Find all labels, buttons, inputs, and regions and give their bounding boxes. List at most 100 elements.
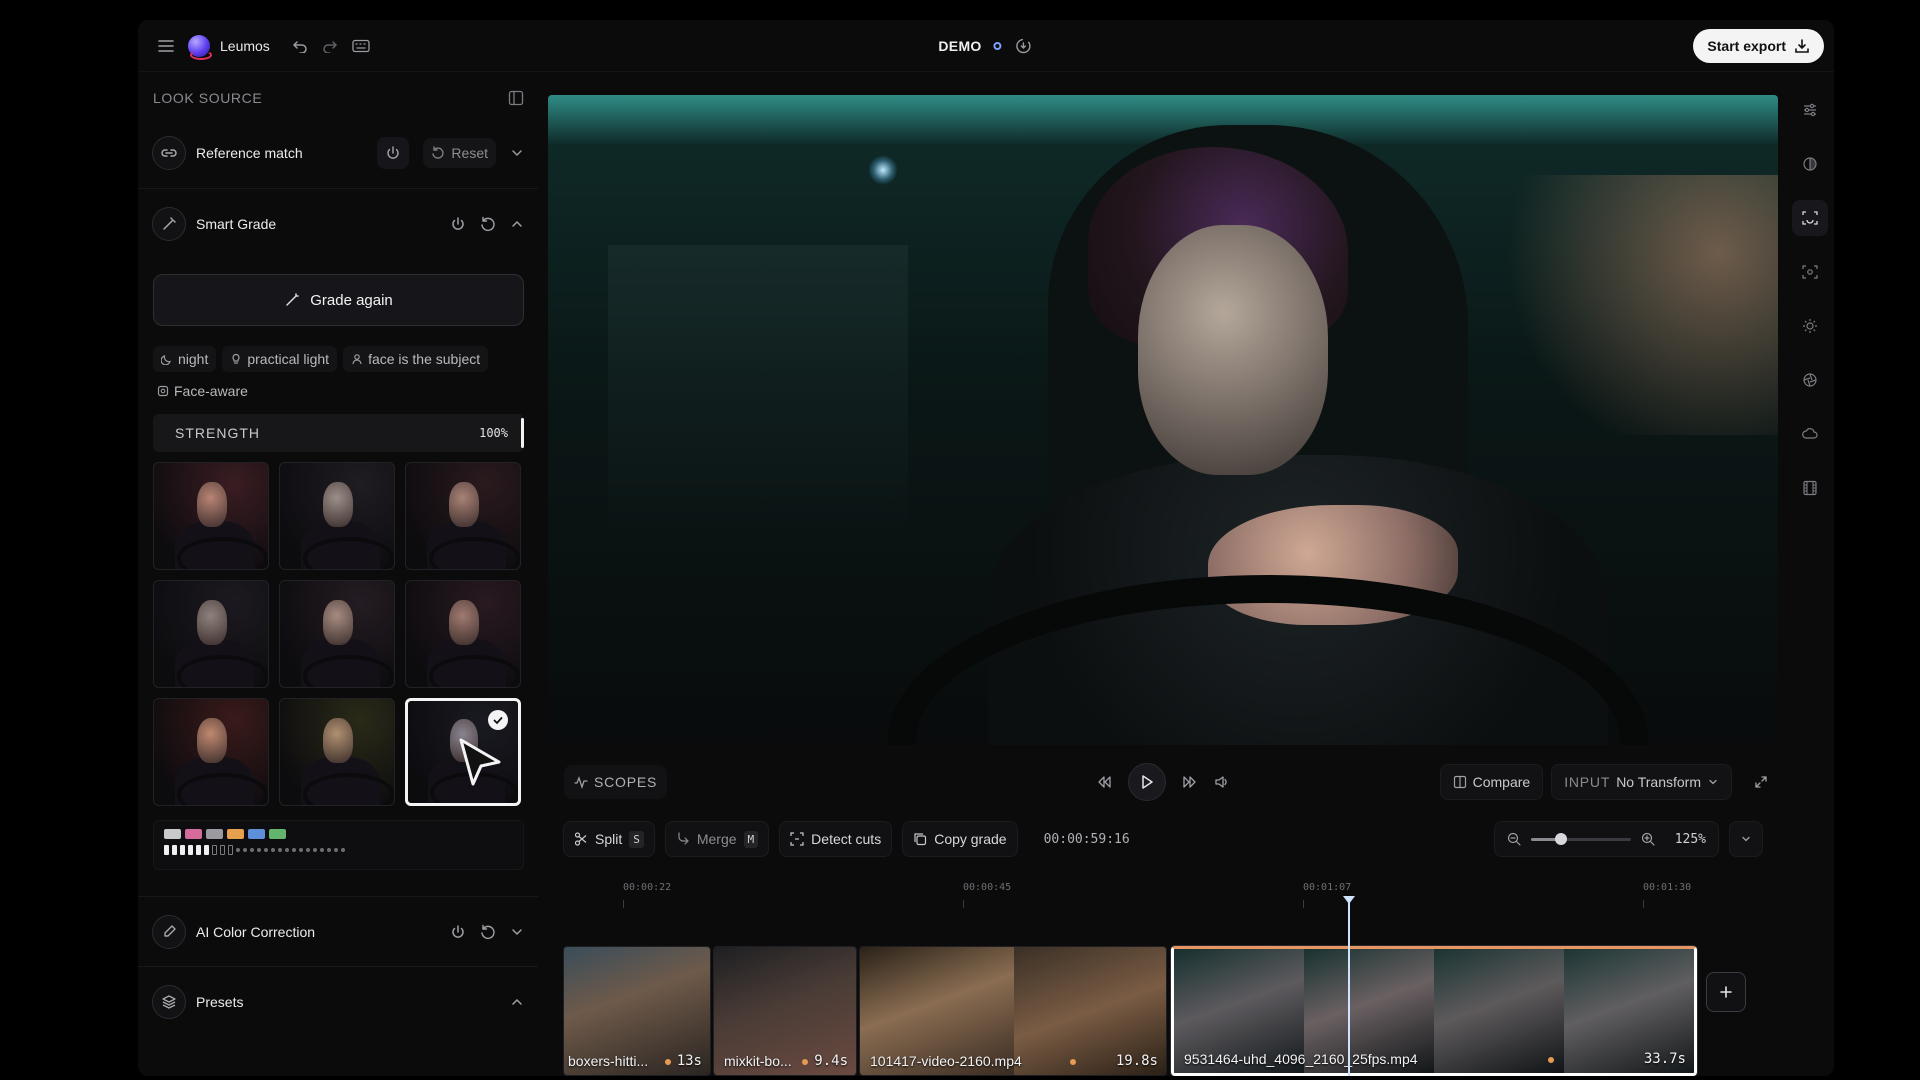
split-shortcut: S (629, 830, 644, 848)
zoom-out-icon[interactable] (1507, 832, 1521, 846)
grade-variant[interactable] (279, 462, 395, 570)
palette-swatch[interactable] (269, 829, 286, 839)
palette-bars (164, 845, 513, 855)
chevron-down-icon[interactable] (510, 146, 524, 160)
strength-slider[interactable]: STRENGTH 100% (153, 414, 524, 452)
grade-again-button[interactable]: Grade again (153, 274, 524, 326)
level-dot (285, 848, 289, 852)
moon-icon (161, 355, 171, 365)
timeline-clip-selected[interactable]: 9531464-uhd_4096_2160_25fps.mp4 33.7s (1171, 946, 1697, 1076)
timeline-ruler[interactable]: 00:00:22 00:00:45 00:01:07 00:01:30 (563, 878, 1763, 912)
zoom-slider-knob[interactable] (1554, 832, 1567, 845)
compare-button[interactable]: Compare (1439, 764, 1544, 800)
ai-power-icon[interactable] (450, 924, 466, 940)
palette-swatch[interactable] (164, 829, 181, 839)
scopes-button[interactable]: SCOPES (564, 765, 668, 799)
ai-color-correction-row[interactable]: AI Color Correction (138, 896, 538, 966)
step-forward-icon[interactable] (1182, 775, 1198, 789)
grade-variant[interactable] (279, 580, 395, 688)
chevron-down-icon[interactable] (510, 925, 524, 939)
merge-shortcut: M (743, 830, 759, 848)
tag-night[interactable]: night (153, 346, 217, 372)
grade-variant[interactable] (279, 698, 395, 806)
input-transform-select[interactable]: INPUT No Transform (1551, 764, 1732, 800)
cloud-icon[interactable] (1792, 416, 1828, 452)
palette-swatch[interactable] (248, 829, 265, 839)
link-icon (152, 136, 186, 170)
volume-icon[interactable] (1214, 775, 1230, 789)
color-wheel-icon[interactable] (1792, 146, 1828, 182)
timeline-clip[interactable]: mixkit-bo... 9.4s (713, 946, 857, 1076)
zoom-in-icon[interactable] (1641, 832, 1655, 846)
playhead[interactable] (1343, 896, 1355, 1076)
ai-reset-icon[interactable] (480, 924, 496, 940)
start-export-button[interactable]: Start export (1693, 29, 1824, 63)
palette-swatch[interactable] (227, 829, 244, 839)
eyedropper-icon (152, 914, 186, 949)
level-bar-filled (164, 845, 169, 855)
video-viewer[interactable] (548, 95, 1778, 745)
fullscreen-icon[interactable] (1754, 775, 1768, 789)
play-button[interactable] (1128, 763, 1166, 801)
level-dot (243, 848, 247, 852)
tag-night-label: night (178, 351, 209, 367)
aperture-icon[interactable] (1792, 362, 1828, 398)
tag-face-aware[interactable]: Face-aware (153, 378, 256, 404)
timeline-options-button[interactable] (1729, 821, 1763, 857)
zoom-slider[interactable] (1530, 832, 1631, 845)
sun-icon[interactable] (1792, 308, 1828, 344)
start-export-label: Start export (1707, 38, 1786, 54)
compare-label: Compare (1472, 774, 1531, 790)
copy-grade-button[interactable]: Copy grade (902, 821, 1018, 857)
grade-variant[interactable] (405, 580, 521, 688)
project-name[interactable]: DEMO (938, 38, 981, 54)
chevron-up-icon[interactable] (510, 217, 524, 231)
waveform-icon (574, 776, 588, 789)
merge-button[interactable]: Merge M (664, 821, 770, 857)
sliders-icon[interactable] (1792, 92, 1828, 128)
palette-swatch[interactable] (185, 829, 202, 839)
smart-grade-reset-icon[interactable] (480, 216, 496, 232)
film-icon[interactable] (1792, 470, 1828, 506)
timeline-clip[interactable]: boxers-hitti... 13s (563, 946, 711, 1076)
presets-row[interactable]: Presets (138, 966, 538, 1036)
menu-icon[interactable] (158, 39, 174, 53)
reset-button[interactable]: Reset (423, 138, 496, 168)
grade-variant[interactable] (153, 698, 269, 806)
smart-grade-row[interactable]: Smart Grade (138, 188, 538, 258)
panel-collapse-icon[interactable] (508, 90, 524, 106)
palette-swatch[interactable] (206, 829, 223, 839)
grade-variant[interactable] (405, 462, 521, 570)
grade-again-label: Grade again (310, 291, 393, 309)
grade-variant[interactable] (153, 580, 269, 688)
level-dot (250, 848, 254, 852)
look-source-title: LOOK SOURCE (153, 90, 263, 106)
strength-handle[interactable] (521, 418, 524, 448)
split-button[interactable]: Split S (563, 821, 655, 857)
step-back-icon[interactable] (1096, 775, 1112, 789)
detect-cuts-button[interactable]: Detect cuts (779, 821, 893, 857)
add-clip-button[interactable] (1706, 972, 1746, 1012)
grade-variant[interactable] (153, 462, 269, 570)
timeline-clip[interactable]: 101417-video-2160.mp4 19.8s (859, 946, 1167, 1076)
reset-label: Reset (451, 145, 488, 161)
lightbulb-icon (232, 353, 240, 364)
undo-icon[interactable] (292, 39, 308, 53)
reference-match-row[interactable]: Reference match Reset (138, 118, 538, 188)
keyboard-icon[interactable] (352, 39, 370, 53)
smart-grade-power-icon[interactable] (450, 216, 466, 232)
level-bar-filled (172, 845, 177, 855)
top-bar: Leumos DEMO Start export (138, 20, 1834, 72)
grade-variant-selected[interactable] (405, 698, 521, 806)
face-scan-icon[interactable] (1792, 200, 1828, 236)
tag-practical-light[interactable]: practical light (222, 346, 338, 372)
redo-icon[interactable] (322, 39, 338, 53)
presets-label: Presets (196, 993, 244, 1010)
reference-power-button[interactable] (377, 137, 410, 169)
tag-face-subject[interactable]: face is the subject (343, 346, 489, 372)
chevron-up-icon[interactable] (510, 995, 524, 1009)
split-view-icon (1453, 775, 1466, 789)
cloud-sync-icon[interactable] (1014, 37, 1034, 55)
focus-icon[interactable] (1792, 254, 1828, 290)
scene-tags: night practical light face is the subjec… (138, 346, 538, 404)
